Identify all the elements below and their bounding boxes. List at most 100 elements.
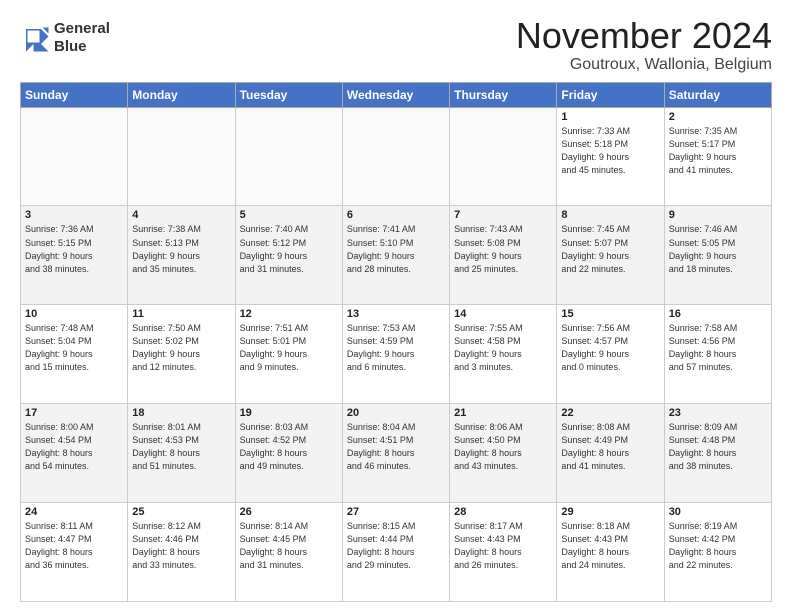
day-number: 1 [561, 111, 659, 123]
calendar-cell: 20 Sunrise: 8:04 AM Sunset: 4:51 PM Dayli… [342, 404, 449, 503]
day-number: 28 [454, 506, 552, 518]
day-info: Sunrise: 8:18 AM Sunset: 4:43 PM Dayligh… [561, 520, 659, 572]
calendar-cell: 3 Sunrise: 7:36 AM Sunset: 5:15 PM Daylig… [21, 206, 128, 305]
calendar-cell: 11 Sunrise: 7:50 AM Sunset: 5:02 PM Dayli… [128, 305, 235, 404]
col-header-saturday: Saturday [664, 82, 771, 107]
day-info: Sunrise: 8:00 AM Sunset: 4:54 PM Dayligh… [25, 421, 123, 473]
page: General Blue November 2024 Goutroux, Wal… [0, 0, 792, 612]
logo-blue: Blue [54, 38, 87, 55]
calendar-cell: 13 Sunrise: 7:53 AM Sunset: 4:59 PM Dayli… [342, 305, 449, 404]
day-number: 21 [454, 407, 552, 419]
calendar-table: SundayMondayTuesdayWednesdayThursdayFrid… [20, 82, 772, 602]
calendar-cell: 5 Sunrise: 7:40 AM Sunset: 5:12 PM Daylig… [235, 206, 342, 305]
day-number: 23 [669, 407, 767, 419]
day-number: 3 [25, 209, 123, 221]
day-info: Sunrise: 8:03 AM Sunset: 4:52 PM Dayligh… [240, 421, 338, 473]
day-number: 25 [132, 506, 230, 518]
col-header-wednesday: Wednesday [342, 82, 449, 107]
day-info: Sunrise: 7:51 AM Sunset: 5:01 PM Dayligh… [240, 322, 338, 374]
logo-icon [20, 23, 50, 53]
month-title: November 2024 [516, 16, 772, 56]
day-number: 14 [454, 308, 552, 320]
calendar-cell: 6Sunrise: 7:41 AM Sunset: 5:10 PM Daylig… [342, 206, 449, 305]
day-info: Sunrise: 7:48 AM Sunset: 5:04 PM Dayligh… [25, 322, 123, 374]
day-info: Sunrise: 8:15 AM Sunset: 4:44 PM Dayligh… [347, 520, 445, 572]
day-info: Sunrise: 7:38 AM Sunset: 5:13 PM Dayligh… [132, 223, 230, 275]
calendar-cell: 10Sunrise: 7:48 AM Sunset: 5:04 PM Dayli… [21, 305, 128, 404]
day-info: Sunrise: 8:12 AM Sunset: 4:46 PM Dayligh… [132, 520, 230, 572]
calendar-cell [342, 107, 449, 206]
day-info: Sunrise: 8:01 AM Sunset: 4:53 PM Dayligh… [132, 421, 230, 473]
col-header-sunday: Sunday [21, 82, 128, 107]
calendar-cell: 16Sunrise: 7:58 AM Sunset: 4:56 PM Dayli… [664, 305, 771, 404]
day-info: Sunrise: 7:40 AM Sunset: 5:12 PM Dayligh… [240, 223, 338, 275]
calendar-cell: 4 Sunrise: 7:38 AM Sunset: 5:13 PM Daylig… [128, 206, 235, 305]
calendar-cell: 19 Sunrise: 8:03 AM Sunset: 4:52 PM Dayli… [235, 404, 342, 503]
day-number: 7 [454, 209, 552, 221]
day-number: 27 [347, 506, 445, 518]
calendar-cell [21, 107, 128, 206]
calendar-cell: 30 Sunrise: 8:19 AM Sunset: 4:42 PM Dayli… [664, 503, 771, 602]
day-info: Sunrise: 7:53 AM Sunset: 4:59 PM Dayligh… [347, 322, 445, 374]
calendar-cell: 7 Sunrise: 7:43 AM Sunset: 5:08 PM Daylig… [450, 206, 557, 305]
day-number: 11 [132, 308, 230, 320]
day-number: 30 [669, 506, 767, 518]
day-info: Sunrise: 8:04 AM Sunset: 4:51 PM Dayligh… [347, 421, 445, 473]
day-number: 18 [132, 407, 230, 419]
day-info: Sunrise: 7:36 AM Sunset: 5:15 PM Dayligh… [25, 223, 123, 275]
logo-general: General [54, 20, 110, 37]
day-number: 13 [347, 308, 445, 320]
calendar-cell: 29 Sunrise: 8:18 AM Sunset: 4:43 PM Dayli… [557, 503, 664, 602]
day-info: Sunrise: 7:41 AM Sunset: 5:10 PM Dayligh… [347, 223, 445, 275]
week-row-5: 24 Sunrise: 8:11 AM Sunset: 4:47 PM Dayli… [21, 503, 772, 602]
day-number: 29 [561, 506, 659, 518]
calendar-cell: 9Sunrise: 7:46 AM Sunset: 5:05 PM Daylig… [664, 206, 771, 305]
calendar-cell: 27 Sunrise: 8:15 AM Sunset: 4:44 PM Dayli… [342, 503, 449, 602]
day-info: Sunrise: 8:17 AM Sunset: 4:43 PM Dayligh… [454, 520, 552, 572]
day-info: Sunrise: 8:19 AM Sunset: 4:42 PM Dayligh… [669, 520, 767, 572]
calendar-cell: 15Sunrise: 7:56 AM Sunset: 4:57 PM Dayli… [557, 305, 664, 404]
day-number: 22 [561, 407, 659, 419]
day-info: Sunrise: 8:06 AM Sunset: 4:50 PM Dayligh… [454, 421, 552, 473]
day-number: 8 [561, 209, 659, 221]
logo-text: General Blue [54, 20, 110, 56]
calendar-cell: 1 Sunrise: 7:33 AM Sunset: 5:18 PM Daylig… [557, 107, 664, 206]
header-row: SundayMondayTuesdayWednesdayThursdayFrid… [21, 82, 772, 107]
week-row-2: 3 Sunrise: 7:36 AM Sunset: 5:15 PM Daylig… [21, 206, 772, 305]
day-info: Sunrise: 8:11 AM Sunset: 4:47 PM Dayligh… [25, 520, 123, 572]
day-info: Sunrise: 7:56 AM Sunset: 4:57 PM Dayligh… [561, 322, 659, 374]
day-number: 24 [25, 506, 123, 518]
logo: General Blue [20, 20, 110, 56]
calendar-cell: 26 Sunrise: 8:14 AM Sunset: 4:45 PM Dayli… [235, 503, 342, 602]
day-info: Sunrise: 7:58 AM Sunset: 4:56 PM Dayligh… [669, 322, 767, 374]
day-number: 12 [240, 308, 338, 320]
day-info: Sunrise: 7:55 AM Sunset: 4:58 PM Dayligh… [454, 322, 552, 374]
day-number: 26 [240, 506, 338, 518]
week-row-1: 1 Sunrise: 7:33 AM Sunset: 5:18 PM Daylig… [21, 107, 772, 206]
day-number: 5 [240, 209, 338, 221]
day-number: 2 [669, 111, 767, 123]
calendar-cell: 17Sunrise: 8:00 AM Sunset: 4:54 PM Dayli… [21, 404, 128, 503]
day-number: 9 [669, 209, 767, 221]
calendar-cell: 2Sunrise: 7:35 AM Sunset: 5:17 PM Daylig… [664, 107, 771, 206]
day-info: Sunrise: 7:45 AM Sunset: 5:07 PM Dayligh… [561, 223, 659, 275]
day-info: Sunrise: 8:09 AM Sunset: 4:48 PM Dayligh… [669, 421, 767, 473]
calendar-cell: 21 Sunrise: 8:06 AM Sunset: 4:50 PM Dayli… [450, 404, 557, 503]
week-row-4: 17Sunrise: 8:00 AM Sunset: 4:54 PM Dayli… [21, 404, 772, 503]
day-number: 20 [347, 407, 445, 419]
day-info: Sunrise: 8:08 AM Sunset: 4:49 PM Dayligh… [561, 421, 659, 473]
calendar-cell [128, 107, 235, 206]
col-header-thursday: Thursday [450, 82, 557, 107]
calendar-cell: 14 Sunrise: 7:55 AM Sunset: 4:58 PM Dayli… [450, 305, 557, 404]
day-info: Sunrise: 7:43 AM Sunset: 5:08 PM Dayligh… [454, 223, 552, 275]
day-info: Sunrise: 8:14 AM Sunset: 4:45 PM Dayligh… [240, 520, 338, 572]
calendar-cell: 23 Sunrise: 8:09 AM Sunset: 4:48 PM Dayli… [664, 404, 771, 503]
calendar-cell: 28 Sunrise: 8:17 AM Sunset: 4:43 PM Dayli… [450, 503, 557, 602]
title-block: November 2024 Goutroux, Wallonia, Belgiu… [516, 16, 772, 74]
col-header-monday: Monday [128, 82, 235, 107]
day-number: 4 [132, 209, 230, 221]
day-number: 19 [240, 407, 338, 419]
calendar-cell: 24 Sunrise: 8:11 AM Sunset: 4:47 PM Dayli… [21, 503, 128, 602]
day-info: Sunrise: 7:33 AM Sunset: 5:18 PM Dayligh… [561, 125, 659, 177]
day-info: Sunrise: 7:50 AM Sunset: 5:02 PM Dayligh… [132, 322, 230, 374]
